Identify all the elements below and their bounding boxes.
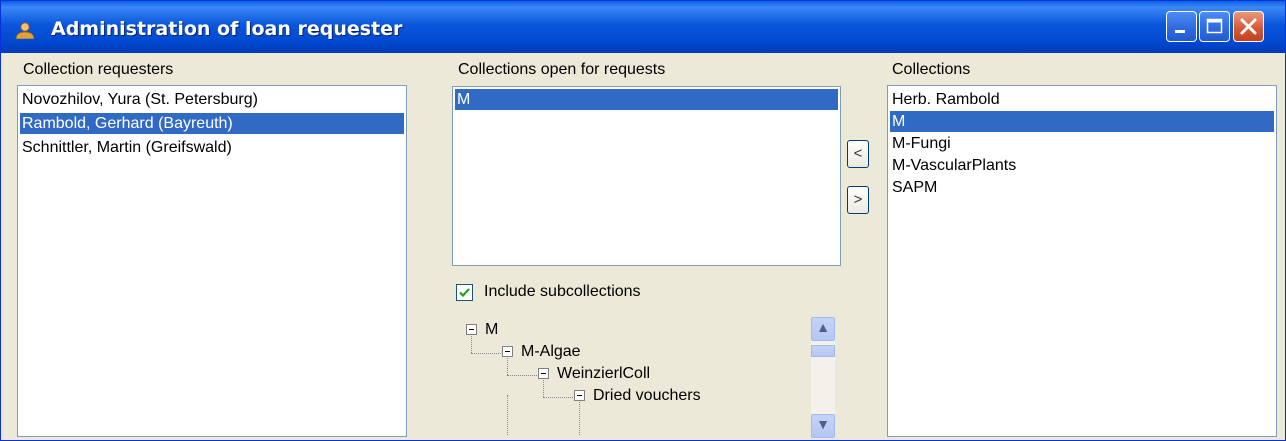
checkmark-icon [459,288,470,298]
window: Administration of loan requester Collect… [0,0,1286,441]
collections-list[interactable]: Herb. Rambold M M-Fungi M-VascularPlants SAP… [887,85,1277,437]
scroll-down-button[interactable]: ▼ [811,414,835,438]
chevron-down-icon: ▼ [816,416,830,432]
list-item[interactable]: Novozhilov, Yura (St. Petersburg) [20,89,404,110]
close-button[interactable] [1233,11,1264,42]
minus-box-icon[interactable] [538,368,549,380]
window-title: Administration of loan requester [51,18,403,40]
scroll-thumb[interactable] [811,345,835,357]
tree-node[interactable]: Dried vouchers [574,385,701,407]
collections-label: Collections [892,61,971,78]
tree-scrollbar[interactable]: ▲ ▼ [811,317,835,438]
list-item[interactable]: Rambold, Gerhard (Bayreuth) [20,113,404,134]
minus-box-icon[interactable] [574,390,585,402]
maximize-button[interactable] [1199,11,1230,42]
minus-box-icon[interactable] [502,346,513,358]
chevron-up-icon: ▲ [816,319,830,335]
include-subcollections-label: Include subcollections [484,283,641,300]
tree-node[interactable]: M [466,319,498,341]
user-icon [15,22,35,39]
title-bar[interactable]: Administration of loan requester [1,1,1285,53]
list-item[interactable]: SAPM [890,177,1274,198]
tree-node-label: M [485,321,499,338]
include-subcollections-checkbox[interactable] [456,284,473,301]
scroll-up-button[interactable]: ▲ [811,317,835,341]
list-item[interactable]: M-Fungi [890,133,1274,154]
minimize-button[interactable] [1166,11,1197,42]
open-collections-label: Collections open for requests [458,61,666,78]
remove-collection-button[interactable]: > [847,186,869,214]
maximize-icon [1206,18,1223,34]
dialog-body: Collection requesters Novozhilov, Yura (… [4,53,1282,438]
tree-node[interactable]: M-Algae [502,341,581,363]
tree-node-label: Dried vouchers [593,387,701,404]
list-item[interactable]: Schnittler, Martin (Greifswald) [20,137,404,158]
arrow-right-icon: > [853,191,863,208]
requesters-list[interactable]: Novozhilov, Yura (St. Petersburg) Rambold… [17,85,407,437]
tree-node[interactable]: WeinzierlColl [538,363,650,385]
list-item[interactable]: M-VascularPlants [890,155,1274,176]
requesters-label: Collection requesters [23,61,174,78]
list-item[interactable]: M [890,111,1274,132]
minimize-icon [1175,30,1185,33]
tree-node-label: WeinzierlColl [557,365,651,382]
list-item[interactable]: M [455,89,838,110]
close-icon [1240,18,1257,35]
subcollection-tree[interactable]: M M-Algae WeinzierlColl Dried vouchers [456,315,838,438]
minus-box-icon[interactable] [466,324,477,336]
list-item[interactable]: Herb. Rambold [890,89,1274,110]
arrow-left-icon: < [853,145,863,162]
open-collections-list[interactable]: M [452,86,841,266]
add-collection-button[interactable]: < [847,140,869,168]
tree-node-label: M-Algae [521,343,581,360]
